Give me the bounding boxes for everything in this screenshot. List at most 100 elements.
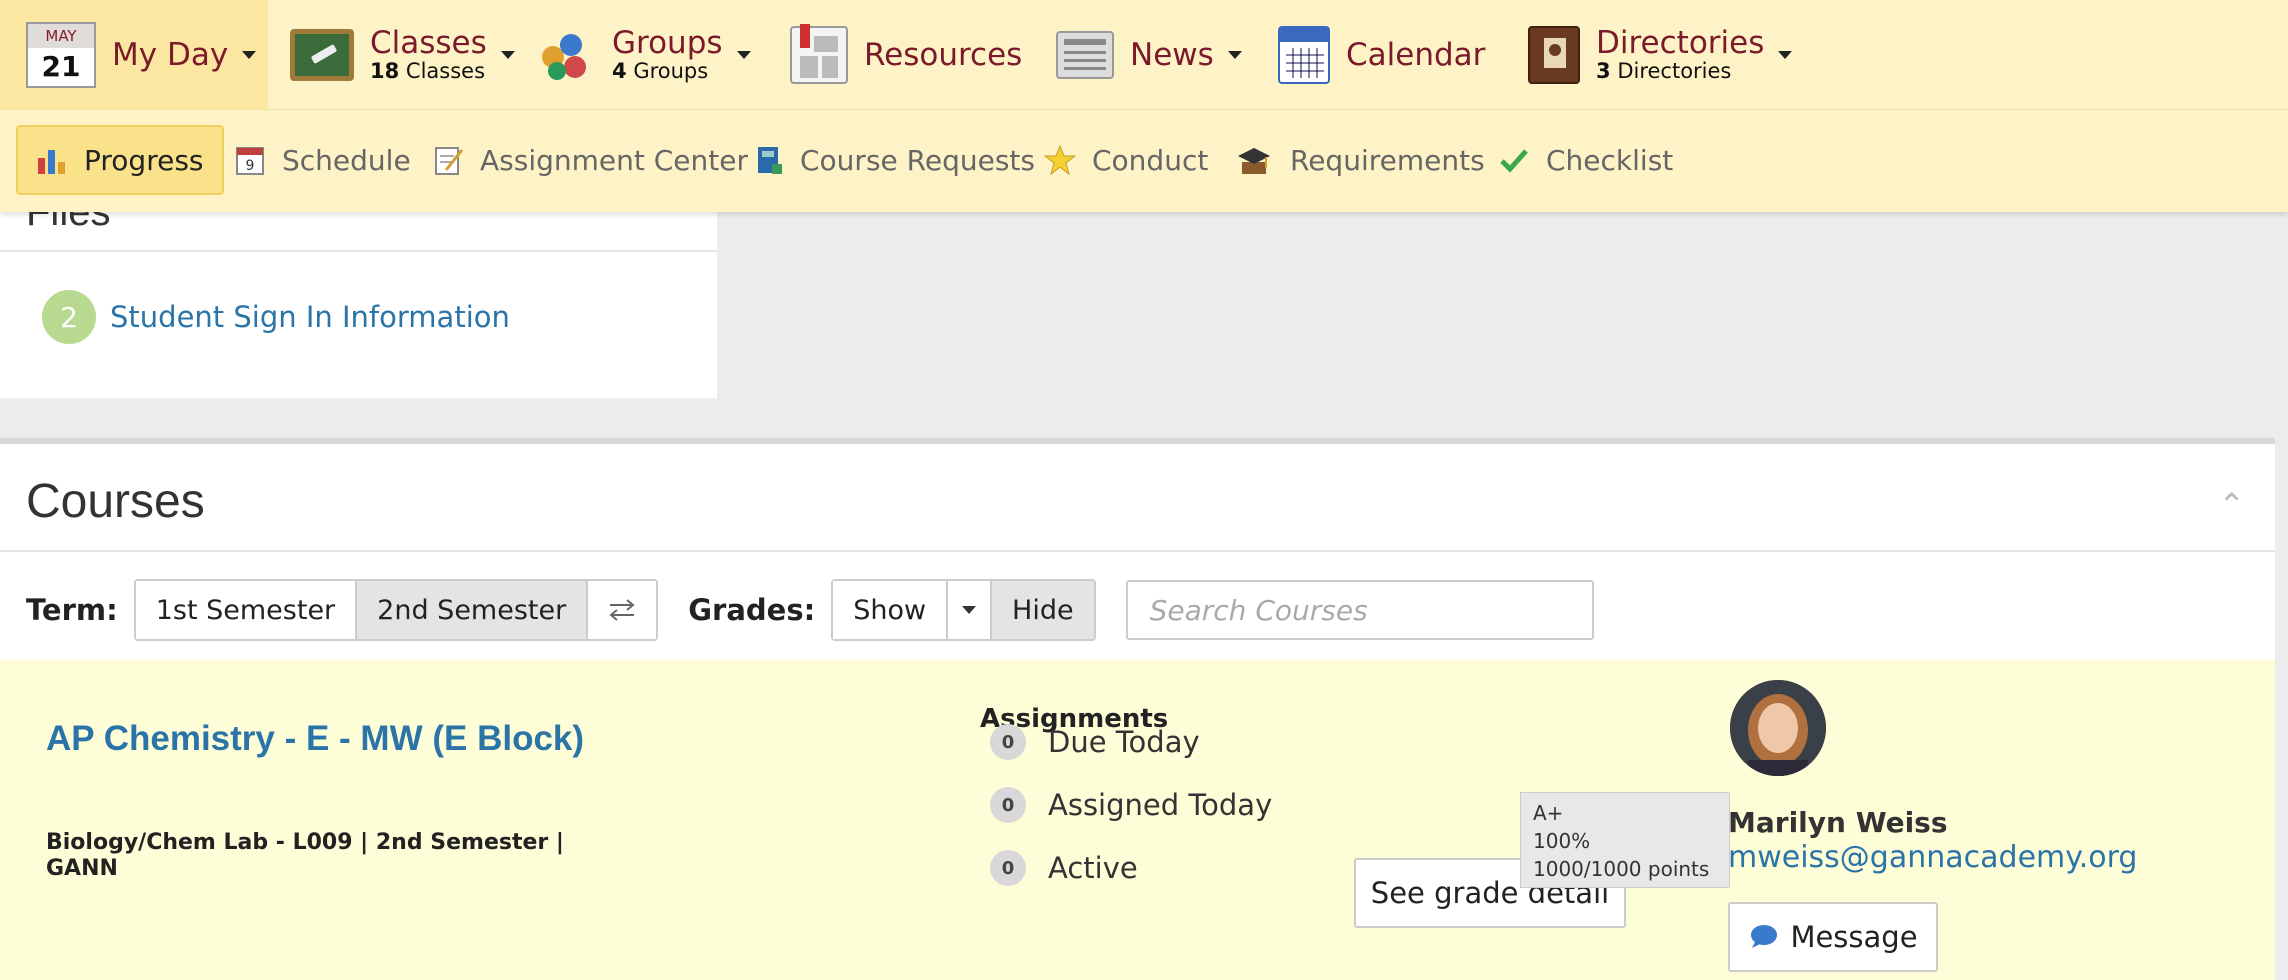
nav-calendar-label: Calendar [1346,37,1486,73]
subnav-requirements-label: Requirements [1290,143,1485,177]
subnav-conduct-label: Conduct [1092,143,1209,177]
nav-classes-label: Classes [370,25,487,61]
course-meta: Biology/Chem Lab - L009 | 2nd Semester |… [46,830,564,881]
assignment-assigned-today[interactable]: 0 Assigned Today [990,787,1272,823]
subnav-requirements[interactable]: Requirements [1216,125,1503,195]
nav-news-label: News [1130,37,1214,73]
grade-tooltip: A+ 100% 1000/1000 points [1520,792,1730,888]
teacher-email-link[interactable]: mweiss@gannacademy.org [1728,840,2137,875]
nav-my-day-label: My Day [112,37,229,73]
grade-percent: 100% [1533,829,1591,853]
nav-news[interactable]: News [1056,0,1242,110]
term-selector: 1st Semester 2nd Semester [133,579,659,641]
assignment-label: Active [1048,851,1138,885]
assignment-label: Assigned Today [1048,788,1273,822]
subnav-assignment-center[interactable]: Assignment Center [414,125,766,195]
chalkboard-icon [290,29,354,81]
term-2nd-semester-button[interactable]: 2nd Semester [357,581,589,639]
grade-points: 1000/1000 points [1533,857,1710,881]
message-button-label: Message [1790,920,1918,954]
notepad-icon [435,147,464,175]
assignment-active[interactable]: 0 Active [990,850,1138,886]
file-link-text[interactable]: Student Sign In Information [110,300,510,334]
grades-show-button[interactable]: Show [833,581,949,639]
nav-calendar[interactable]: Calendar [1278,0,1485,110]
groups-icon [538,26,596,84]
nav-directories-label: Directories [1596,25,1765,61]
nav-classes[interactable]: Classes 18 Classes [290,0,515,110]
subnav-checklist[interactable]: Checklist [1480,125,1691,195]
top-navigation: MAY 21 My Day Classes 18 Classes Groups … [0,0,2288,110]
classes-unit: Classes [405,59,486,83]
subnav-schedule-label: Schedule [282,143,411,177]
courses-panel: Courses ⌃ Term: 1st Semester 2nd Semeste… [0,438,2275,980]
grades-hide-button[interactable]: Hide [992,581,1094,639]
swap-arrows-icon [609,599,635,621]
directory-book-icon [1528,26,1580,84]
book-icon [758,147,782,174]
file-number-badge: 2 [42,290,96,344]
search-courses-input[interactable] [1125,580,1594,640]
sub-navigation: Progress 9 Schedule Assignment Center Co… [0,110,2288,212]
groups-unit: Groups [633,59,709,83]
count-badge: 0 [990,850,1026,886]
chevron-down-icon [962,606,977,614]
nav-resources[interactable]: Resources [790,0,1022,110]
grades-toggle: Show Hide [831,579,1096,641]
message-button[interactable]: Message [1728,902,1938,972]
count-badge: 0 [990,787,1026,823]
term-1st-semester-button[interactable]: 1st Semester [135,581,358,639]
assignment-due-today[interactable]: 0 Due Today [990,724,1200,760]
calendar-icon [1278,26,1330,84]
chevron-up-icon[interactable]: ⌃ [2218,486,2245,524]
courses-divider [0,550,2275,552]
bar-chart-icon [38,150,65,174]
swap-term-button[interactable] [588,581,657,639]
subnav-progress-label: Progress [84,143,204,177]
course-filters: Term: 1st Semester 2nd Semester Grades: … [26,578,1594,642]
subnav-course-requests[interactable]: Course Requests [734,125,1053,195]
nav-resources-label: Resources [864,37,1023,73]
newspaper-icon [1056,31,1114,79]
courses-title: Courses [26,475,205,528]
calendar-9-icon: 9 [236,147,264,175]
grades-label: Grades: [688,593,816,627]
subnav-conduct[interactable]: Conduct [1026,125,1226,195]
chevron-down-icon [1778,51,1793,59]
files-divider [0,250,717,252]
chevron-down-icon [736,51,751,59]
subnav-schedule[interactable]: 9 Schedule [216,125,429,195]
subnav-assignment-center-label: Assignment Center [480,143,748,177]
star-icon [1044,144,1076,176]
course-card: AP Chemistry - E - MW (E Block) Biology/… [0,660,2275,980]
chevron-down-icon [242,51,257,59]
directories-count: 3 [1596,59,1611,83]
subnav-course-requests-label: Course Requests [800,143,1035,177]
chevron-down-icon [1227,51,1242,59]
course-title-link[interactable]: AP Chemistry - E - MW (E Block) [46,718,606,760]
nav-directories[interactable]: Directories 3 Directories [1528,0,1793,110]
subnav-progress[interactable]: Progress [16,125,224,195]
groups-count: 4 [612,59,627,83]
teacher-photo [1730,680,1826,776]
teacher-name: Marilyn Weiss [1728,806,1948,839]
grade-letter: A+ [1533,801,1564,825]
calendar-date-icon: MAY 21 [26,22,96,88]
assignment-label: Due Today [1048,725,1200,759]
resources-icon [790,24,848,84]
grades-dropdown-button[interactable] [948,581,993,639]
nav-groups-label: Groups [612,25,723,61]
graduation-cap-icon [1238,148,1270,174]
svg-text:9: 9 [246,158,255,174]
term-label: Term: [26,593,118,627]
file-item[interactable]: 2 Student Sign In Information [42,290,510,344]
nav-my-day[interactable]: MAY 21 My Day [0,0,268,110]
count-badge: 0 [990,724,1026,760]
checkmark-icon [1500,149,1528,173]
classes-count: 18 [370,59,400,83]
directories-unit: Directories [1617,59,1732,83]
subnav-checklist-label: Checklist [1546,143,1674,177]
speech-bubble-icon [1751,925,1778,948]
teacher-avatar[interactable] [1730,680,1826,776]
nav-groups[interactable]: Groups 4 Groups [538,0,751,110]
